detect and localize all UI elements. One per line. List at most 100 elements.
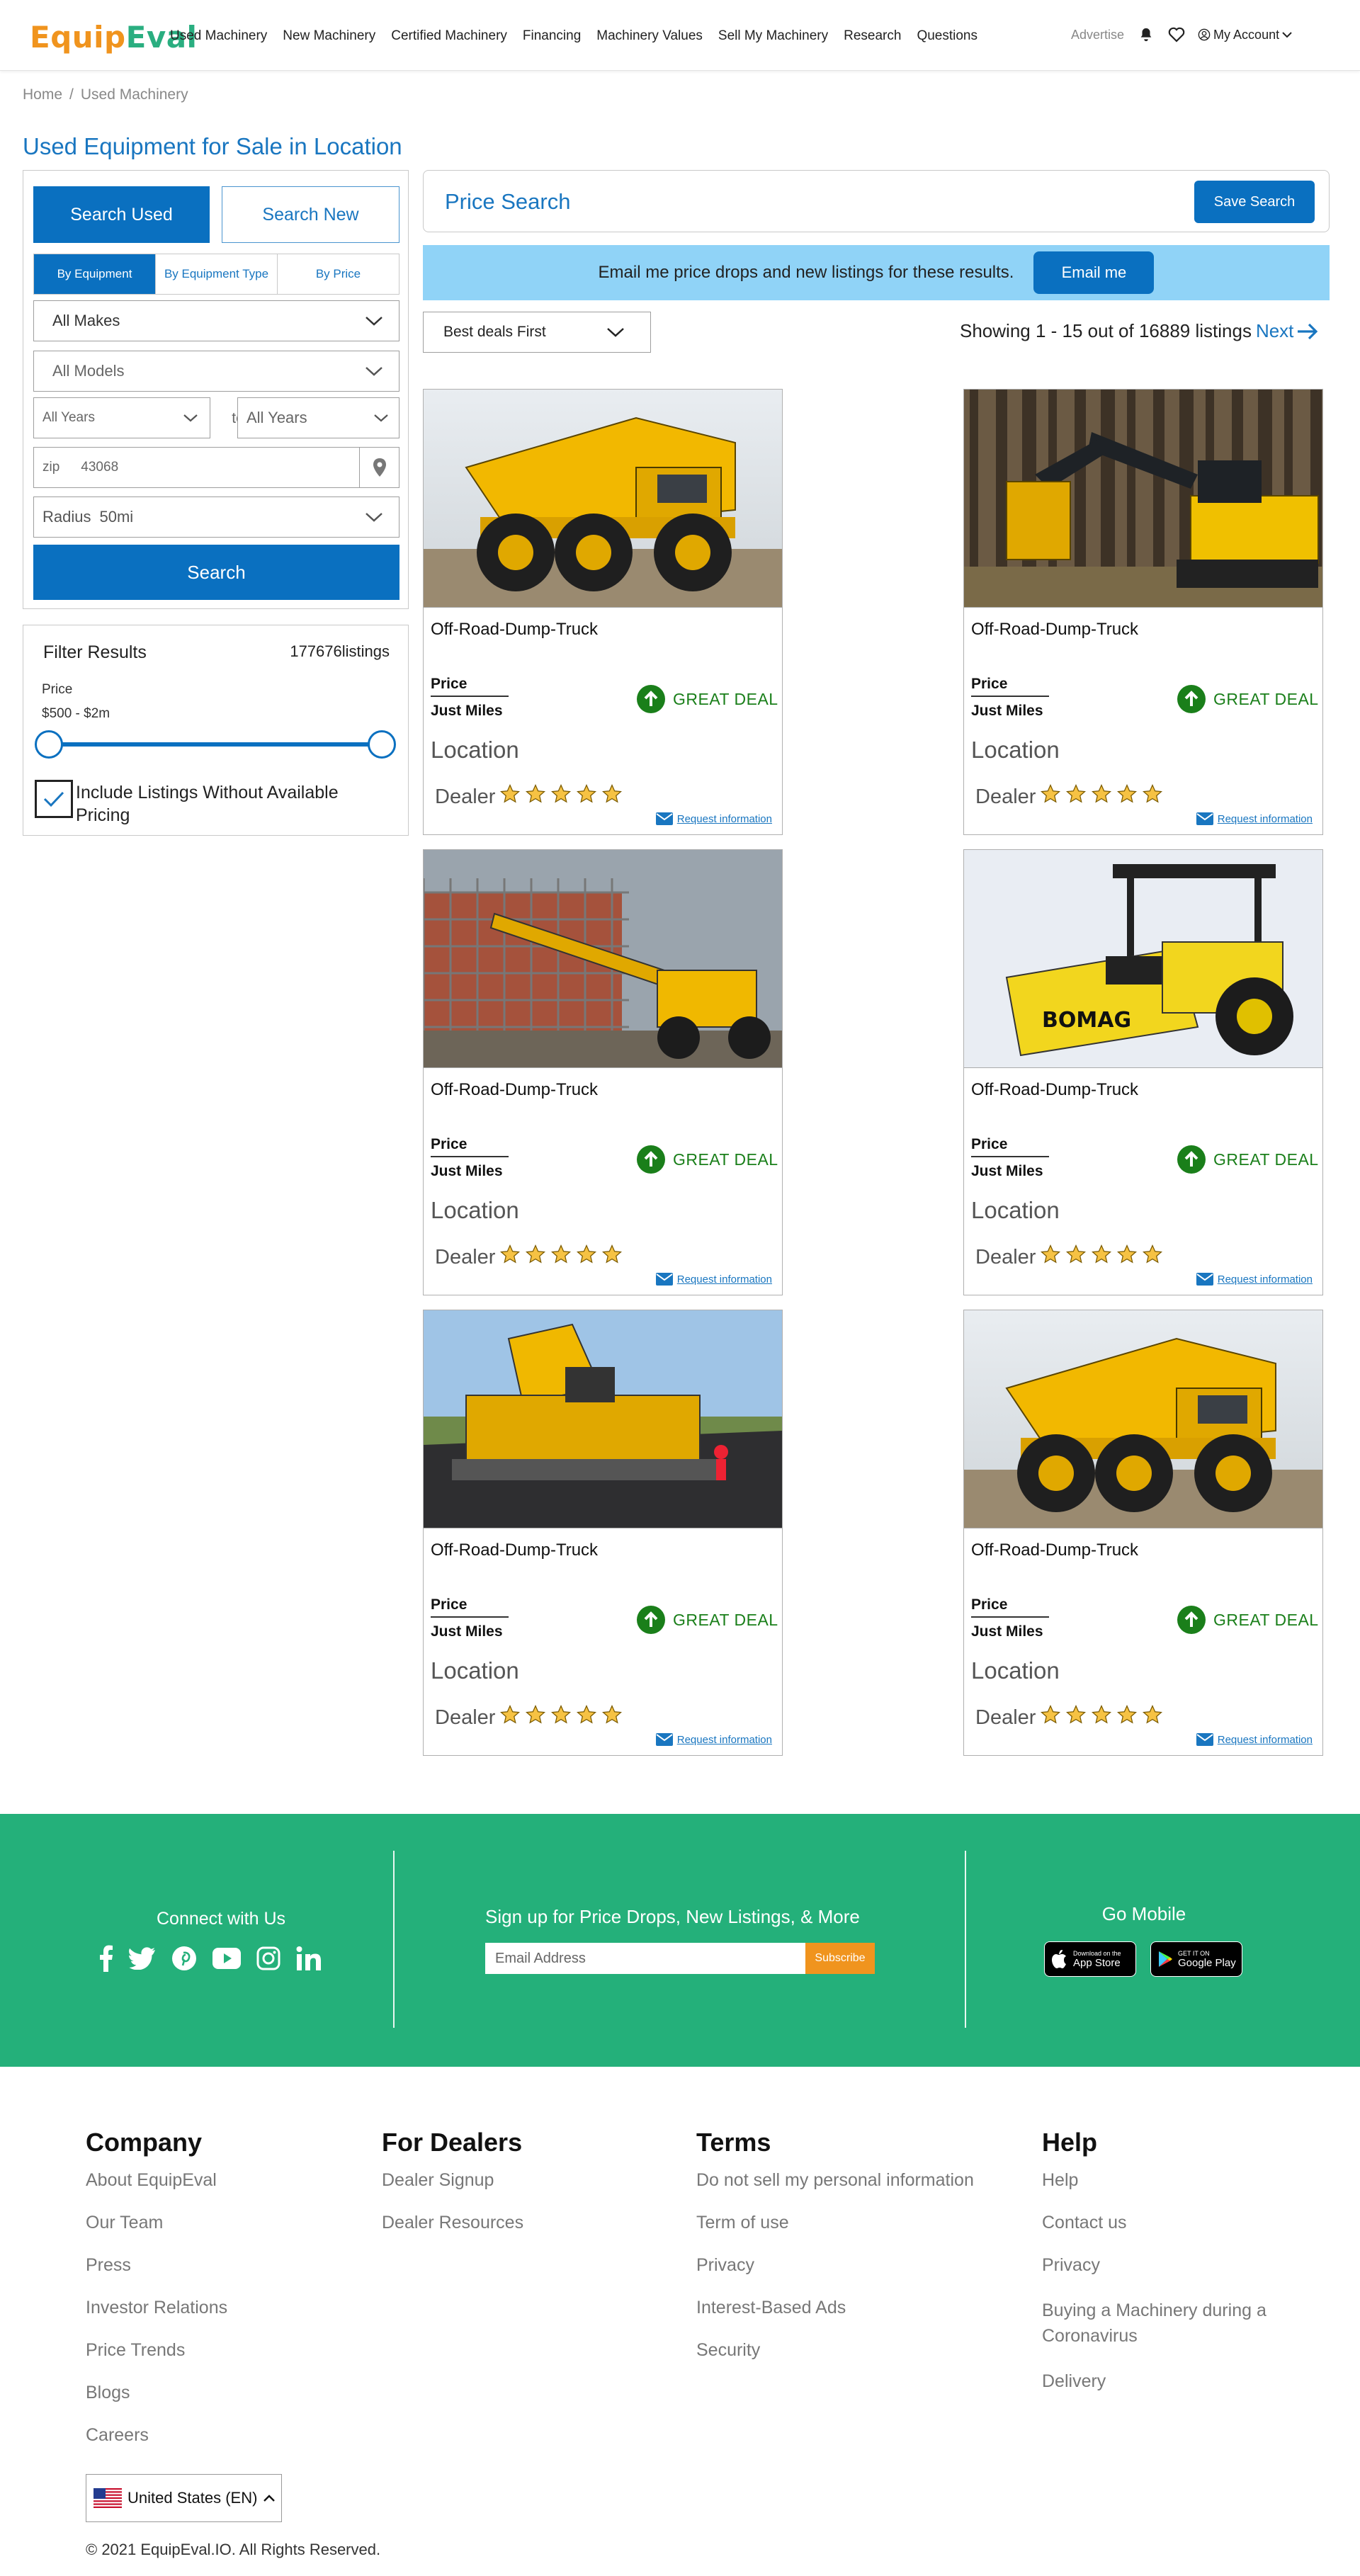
price-slider-min-handle[interactable] — [35, 730, 63, 759]
facebook-icon[interactable] — [99, 1945, 113, 1972]
footer-link[interactable]: Privacy — [696, 2255, 974, 2275]
email-alert-text: Email me price drops and new listings fo… — [598, 263, 1014, 282]
include-unpriced-checkbox[interactable] — [35, 780, 73, 818]
listing-card[interactable]: BOMAG Off-Road-Dump-Truck Price Just Mil… — [963, 849, 1323, 1295]
listing-card[interactable]: Off-Road-Dump-Truck Price Just Miles GRE… — [423, 389, 783, 835]
footer-link[interactable]: Dealer Resources — [382, 2213, 523, 2232]
request-label: Request information — [1217, 1733, 1313, 1746]
year-to-select[interactable]: All Years — [237, 397, 400, 438]
request-information-link[interactable]: Request information — [655, 812, 772, 825]
footer-link[interactable]: Press — [86, 2255, 227, 2275]
pinterest-icon[interactable] — [171, 1946, 197, 1971]
subtab-by-equipment[interactable]: By Equipment — [34, 254, 156, 294]
sort-select[interactable]: Best deals First — [423, 312, 651, 353]
footer-link[interactable]: Our Team — [86, 2213, 227, 2232]
google-play-button[interactable]: GET IT ON Google Play — [1150, 1941, 1242, 1977]
rating-stars — [1040, 783, 1163, 810]
nav-machinery-values[interactable]: Machinery Values — [596, 28, 703, 44]
app-store-button[interactable]: Download on the App Store — [1044, 1941, 1136, 1977]
twitter-icon[interactable] — [129, 1947, 156, 1970]
listing-title[interactable]: Off-Road-Dump-Truck — [971, 1541, 1138, 1560]
subscribe-button[interactable]: Subscribe — [805, 1943, 875, 1974]
price-slider-max-handle[interactable] — [368, 730, 396, 759]
footer-link[interactable]: Price Trends — [86, 2340, 227, 2360]
next-page-link[interactable]: Next — [1256, 320, 1319, 342]
heart-icon[interactable] — [1168, 27, 1185, 42]
newsletter-email-input[interactable]: Email Address — [485, 1943, 805, 1974]
footer-link[interactable]: Term of use — [696, 2213, 974, 2232]
request-information-link[interactable]: Request information — [1196, 1733, 1313, 1746]
check-icon — [43, 791, 64, 807]
footer-link[interactable]: Security — [696, 2340, 974, 2360]
nav-research[interactable]: Research — [844, 28, 901, 44]
request-information-link[interactable]: Request information — [655, 1733, 772, 1746]
breadcrumb-home[interactable]: Home — [23, 86, 62, 103]
listing-title[interactable]: Off-Road-Dump-Truck — [971, 620, 1138, 640]
instagram-icon[interactable] — [256, 1946, 280, 1970]
listing-title[interactable]: Off-Road-Dump-Truck — [971, 1080, 1138, 1100]
deal-badge: GREAT DEAL — [1177, 1605, 1319, 1635]
footer-link[interactable]: Interest-Based Ads — [696, 2298, 974, 2317]
listing-image[interactable] — [964, 1310, 1322, 1528]
footer-link[interactable]: About EquipEval — [86, 2170, 227, 2190]
models-select[interactable]: All Models — [33, 351, 400, 392]
footer-link[interactable]: Blogs — [86, 2383, 227, 2402]
breadcrumb-current[interactable]: Used Machinery — [81, 86, 188, 103]
location-pin-icon[interactable] — [359, 448, 399, 487]
listing-image[interactable] — [424, 1310, 782, 1528]
nav-sell-my-machinery[interactable]: Sell My Machinery — [718, 28, 828, 44]
youtube-icon[interactable] — [212, 1948, 241, 1969]
nav-used-machinery[interactable]: Used Machinery — [170, 28, 267, 44]
radius-select[interactable]: Radius 50mi — [33, 497, 400, 538]
listing-card[interactable]: Off-Road-Dump-Truck Price Just Miles GRE… — [963, 1310, 1323, 1756]
nav-questions[interactable]: Questions — [917, 28, 978, 44]
listing-card[interactable]: Off-Road-Dump-Truck Price Just Miles GRE… — [423, 1310, 783, 1756]
chevron-down-icon — [366, 513, 382, 522]
listing-title[interactable]: Off-Road-Dump-Truck — [431, 1541, 598, 1560]
listing-image[interactable]: BOMAG — [964, 850, 1322, 1068]
year-from-select[interactable]: All Years — [33, 397, 210, 438]
request-information-link[interactable]: Request information — [1196, 1273, 1313, 1286]
country-selector[interactable]: United States (EN) — [86, 2474, 282, 2522]
listing-image[interactable] — [964, 390, 1322, 608]
request-information-link[interactable]: Request information — [655, 1273, 772, 1286]
us-flag-icon — [94, 2488, 122, 2508]
listing-card[interactable]: Off-Road-Dump-Truck Price Just Miles GRE… — [423, 849, 783, 1295]
listing-image[interactable] — [424, 390, 782, 608]
nav-certified-machinery[interactable]: Certified Machinery — [391, 28, 507, 44]
footer-link[interactable]: Investor Relations — [86, 2298, 227, 2317]
nav-financing[interactable]: Financing — [523, 28, 581, 44]
zip-input[interactable]: zip 43068 — [33, 447, 400, 488]
tab-search-new[interactable]: Search New — [222, 186, 400, 243]
footer-link[interactable]: Buying a Machinery during a Coronavirus — [1042, 2298, 1297, 2349]
listing-card[interactable]: Off-Road-Dump-Truck Price Just Miles GRE… — [963, 389, 1323, 835]
footer-link[interactable]: Delivery — [1042, 2371, 1297, 2391]
price-search-bar: Price Search Save Search — [423, 170, 1330, 232]
account-menu[interactable]: My Account — [1198, 28, 1292, 42]
deal-badge: GREAT DEAL — [636, 1145, 778, 1174]
price-slider-track[interactable] — [49, 742, 382, 747]
footer-link[interactable]: Do not sell my personal information — [696, 2170, 974, 2190]
listing-title[interactable]: Off-Road-Dump-Truck — [431, 1080, 598, 1100]
listing-title[interactable]: Off-Road-Dump-Truck — [431, 620, 598, 640]
search-button[interactable]: Search — [33, 545, 400, 600]
email-me-button[interactable]: Email me — [1033, 251, 1155, 294]
footer-link[interactable]: Help — [1042, 2170, 1297, 2190]
subtab-by-price[interactable]: By Price — [278, 254, 399, 294]
footer-link[interactable]: Privacy — [1042, 2255, 1297, 2275]
subtab-by-equipment-type[interactable]: By Equipment Type — [156, 254, 278, 294]
footer-link[interactable]: Careers — [86, 2425, 227, 2445]
save-search-button[interactable]: Save Search — [1194, 181, 1315, 223]
star-icon — [1040, 783, 1061, 810]
advertise-link[interactable]: Advertise — [1071, 28, 1124, 42]
footer-link[interactable]: Dealer Signup — [382, 2170, 523, 2190]
request-information-link[interactable]: Request information — [1196, 812, 1313, 825]
tab-search-used[interactable]: Search Used — [33, 186, 210, 243]
filter-panel: Filter Results 177676listings Price $500… — [23, 625, 409, 836]
footer-link[interactable]: Contact us — [1042, 2213, 1297, 2232]
listing-image[interactable] — [424, 850, 782, 1068]
linkedin-icon[interactable] — [296, 1946, 322, 1971]
bell-icon[interactable] — [1138, 27, 1154, 42]
nav-new-machinery[interactable]: New Machinery — [283, 28, 375, 44]
makes-select[interactable]: All Makes — [33, 300, 400, 341]
